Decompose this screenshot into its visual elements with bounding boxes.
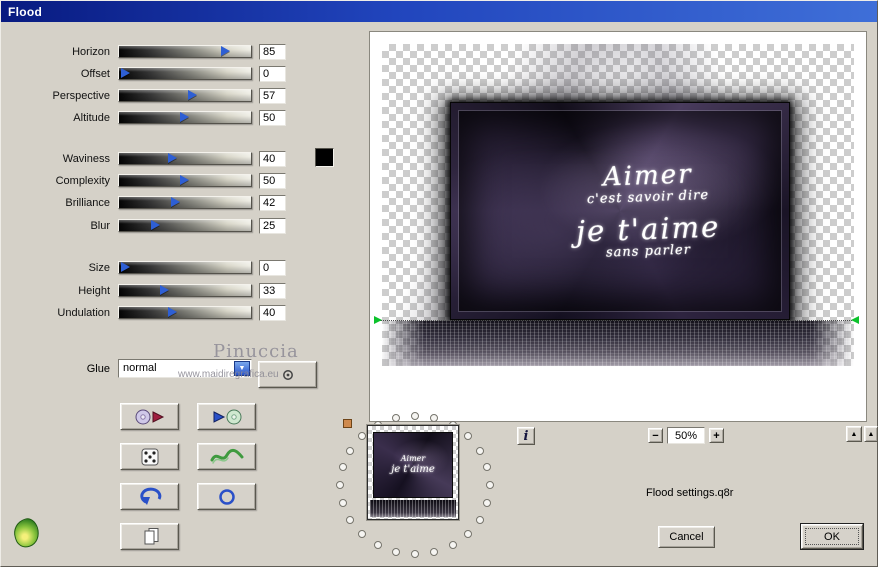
memory-dot[interactable]: [336, 481, 344, 489]
memory-dot[interactable]: [464, 529, 473, 538]
thumbnail-text-line1: Aimer: [400, 454, 426, 464]
memory-dot[interactable]: [357, 432, 366, 441]
memory-dot[interactable]: [483, 498, 492, 507]
memory-dot[interactable]: [483, 463, 492, 472]
memory-dot[interactable]: [464, 432, 473, 441]
memory-dot[interactable]: [430, 547, 439, 556]
memory-dot[interactable]: [448, 540, 457, 549]
memory-dot[interactable]: [411, 412, 419, 420]
memory-dot[interactable]: [391, 547, 400, 556]
memory-dot[interactable]: [411, 550, 419, 558]
flood-dialog: Flood Horizon 85 Offset 0 Perspective 57 Altit…: [0, 0, 878, 567]
thumbnail-water: [370, 500, 456, 517]
memory-dot[interactable]: [346, 515, 355, 524]
memory-dot[interactable]: [338, 498, 347, 507]
memory-dot[interactable]: [373, 540, 382, 549]
memory-dot[interactable]: [391, 414, 400, 423]
memory-dot[interactable]: [486, 481, 494, 489]
memory-dot[interactable]: [346, 446, 355, 455]
memory-slot-active[interactable]: [343, 419, 352, 428]
memory-dot[interactable]: [430, 414, 439, 423]
thumbnail-text-line2: je t'aime: [391, 463, 435, 475]
memory-dot[interactable]: [357, 529, 366, 538]
memory-dot[interactable]: [475, 515, 484, 524]
thumbnail-artwork: Aimer je t'aime: [373, 432, 453, 498]
original-thumbnail[interactable]: Aimer je t'aime: [367, 425, 459, 520]
memory-dot[interactable]: [475, 446, 484, 455]
memory-dot[interactable]: [338, 463, 347, 472]
